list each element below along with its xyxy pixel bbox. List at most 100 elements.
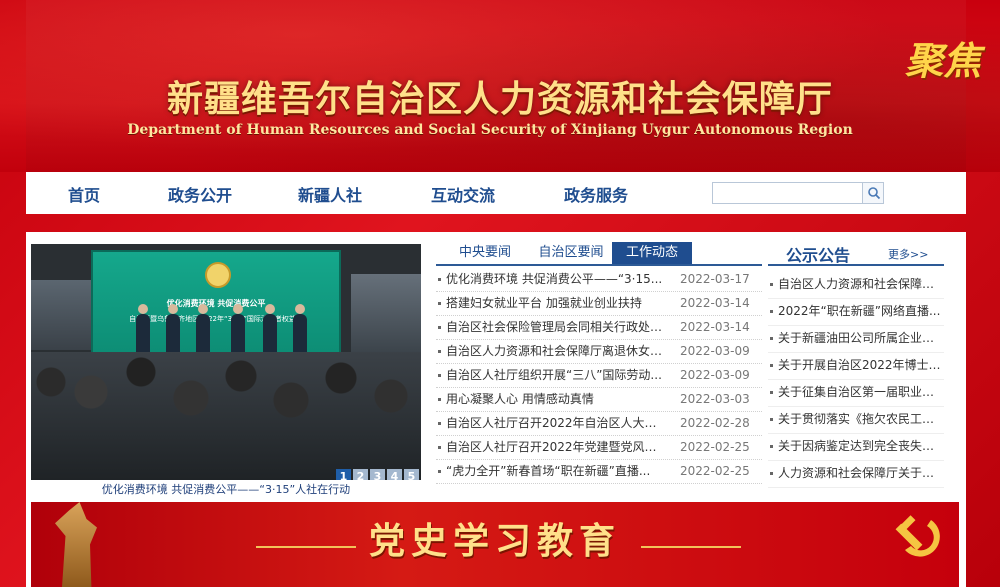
slider-photo-screen-right [351,274,421,354]
slider-photo-crowd [31,352,421,480]
bullet-icon [438,302,441,305]
notice-item-title[interactable]: 2022年“职在新疆”网络直播... [778,299,942,323]
news-title[interactable]: 自治区社会保险管理局会同相关行政处室... [446,316,666,339]
list-item[interactable]: 关于开展自治区2022年博士后... [768,353,944,380]
bullet-icon [438,326,441,329]
list-item[interactable]: 用心凝聚人心 用情感动真情 2022-03-03 [436,388,762,412]
list-item[interactable]: 自治区人社厅召开2022年自治区人大代... 2022-02-28 [436,412,762,436]
bullet-icon [770,310,773,313]
list-item[interactable]: 关于新疆油田公司所属企业第... [768,326,944,353]
slider-page-4[interactable]: 4 [387,469,402,480]
bullet-icon [438,398,441,401]
nav-item-xinjiang-hrss[interactable]: 新疆人社 [298,182,362,206]
bullet-icon [770,472,773,475]
notice-title: 公示公告 [786,246,851,265]
slider-caption[interactable]: 优化消费环境 共促消费公平——“3·15”人社在行动 [31,481,421,497]
news-title[interactable]: “虎力全开”新春首场“职在新疆”直播... [446,460,666,483]
slider-photo-person [263,304,277,354]
news-title[interactable]: 优化消费环境 共促消费公平——“3·15... [446,268,666,291]
slider-photo-person [136,304,150,354]
list-item[interactable]: 关于因病鉴定达到完全丧失劳... [768,434,944,461]
notice-item-title[interactable]: 自治区人力资源和社会保障厅... [778,272,942,296]
notice-item-title[interactable]: 人力资源和社会保障厅关于防... [778,461,942,485]
list-item[interactable]: 关于征集自治区第一届职业技... [768,380,944,407]
content-panel: 优化消费环境 共促消费公平 自治区暨乌鲁木齐地区2022年“3·15”国际消费者… [26,232,966,587]
news-title[interactable]: 自治区人社厅组织开展“三八”国际劳动... [446,364,666,387]
tab-central-news[interactable]: 中央要闻 [450,242,520,264]
notice-header: 公示公告 更多>> [768,242,944,266]
slider-photo-person [293,304,307,354]
search-input[interactable] [712,182,864,204]
bullet-icon [770,283,773,286]
list-item[interactable]: 人力资源和社会保障厅关于防... [768,461,944,488]
notice-item-title[interactable]: 关于开展自治区2022年博士后... [778,353,942,377]
list-item[interactable]: 自治区人力资源和社会保障厅... [768,272,944,299]
slider-page-3[interactable]: 3 [370,469,385,480]
bullet-icon [438,446,441,449]
nav-item-interaction[interactable]: 互动交流 [431,182,495,206]
news-title[interactable]: 搭建妇女就业平台 加强就业创业扶持 [446,292,666,315]
bullet-icon [438,422,441,425]
slogan-text: 聚焦 [905,38,982,83]
notice-item-title[interactable]: 关于新疆油田公司所属企业第... [778,326,942,350]
slider-photo-person [166,304,180,354]
nav-item-services[interactable]: 政务服务 [564,182,628,206]
bullet-icon [770,364,773,367]
slider-page-5[interactable]: 5 [404,469,419,480]
bullet-icon [770,391,773,394]
notice-item-title[interactable]: 关于贯彻落实《拖欠农民工工... [778,407,942,431]
news-date: 2022-02-28 [680,416,750,430]
bullet-icon [770,418,773,421]
party-history-banner[interactable]: 党史学习教育 [31,502,959,587]
list-item[interactable]: 2022年“职在新疆”网络直播... [768,299,944,326]
nav-item-government-affairs[interactable]: 政务公开 [168,182,232,206]
list-item[interactable]: 关于贯彻落实《拖欠农民工工... [768,407,944,434]
bullet-icon [438,278,441,281]
site-title[interactable]: 新疆维吾尔自治区人力资源和社会保障厅 [0,70,1000,122]
tab-region-news[interactable]: 自治区要闻 [530,242,612,264]
site-subtitle: Department of Human Resources and Social… [127,122,853,138]
news-date: 2022-03-03 [680,392,750,406]
news-date: 2022-02-25 [680,440,750,454]
list-item[interactable]: 优化消费环境 共促消费公平——“3·15... 2022-03-17 [436,268,762,292]
news-date: 2022-03-14 [680,296,750,310]
list-item[interactable]: 搭建妇女就业平台 加强就业创业扶持 2022-03-14 [436,292,762,316]
slider-pager: 1 2 3 4 5 [336,469,419,480]
bullet-icon [438,470,441,473]
slider-page-1[interactable]: 1 [336,469,351,480]
news-date: 2022-03-17 [680,272,750,286]
notice-item-title[interactable]: 关于征集自治区第一届职业技... [778,380,942,404]
search-icon [868,187,881,200]
header-banner: 新疆维吾尔自治区人力资源和社会保障厅 Department of Human R… [0,0,1000,172]
news-date: 2022-03-09 [680,344,750,358]
list-item[interactable]: 自治区人社厅召开2022年党建暨党风廉... 2022-02-25 [436,436,762,460]
nav-item-home[interactable]: 首页 [68,182,100,206]
notice-list: 自治区人力资源和社会保障厅... 2022年“职在新疆”网络直播... 关于新疆… [768,272,944,488]
bullet-icon [770,445,773,448]
bullet-icon [438,374,441,377]
list-item[interactable]: 自治区社会保险管理局会同相关行政处室... 2022-03-14 [436,316,762,340]
notice-item-title[interactable]: 关于因病鉴定达到完全丧失劳... [778,434,942,458]
bullet-icon [438,350,441,353]
tab-work-updates[interactable]: 工作动态 [612,242,692,264]
news-title[interactable]: 自治区人力资源和社会保障厅离退休女同... [446,340,666,363]
news-date: 2022-03-14 [680,320,750,334]
news-tabs: 中央要闻 自治区要闻 工作动态 [436,242,762,266]
slider-photo-screen-left [31,280,95,350]
slider-page-2[interactable]: 2 [353,469,368,480]
bullet-icon [770,337,773,340]
emblem-icon [205,262,231,288]
news-title[interactable]: 自治区人社厅召开2022年党建暨党风廉... [446,436,666,459]
slider-photo-person [196,304,210,354]
hammer-sickle-icon [895,515,940,557]
list-item[interactable]: 自治区人社厅组织开展“三八”国际劳动... 2022-03-09 [436,364,762,388]
notice-more-link[interactable]: 更多>> [888,246,928,262]
news-title[interactable]: 用心凝聚人心 用情感动真情 [446,388,666,411]
list-item[interactable]: “虎力全开”新春首场“职在新疆”直播... 2022-02-25 [436,460,762,484]
news-slider[interactable]: 优化消费环境 共促消费公平 自治区暨乌鲁木齐地区2022年“3·15”国际消费者… [31,244,421,480]
list-item[interactable]: 自治区人力资源和社会保障厅离退休女同... 2022-03-09 [436,340,762,364]
slider-photo-person [231,304,245,354]
search-button[interactable] [862,182,884,204]
news-date: 2022-03-09 [680,368,750,382]
news-title[interactable]: 自治区人社厅召开2022年自治区人大代... [446,412,666,435]
